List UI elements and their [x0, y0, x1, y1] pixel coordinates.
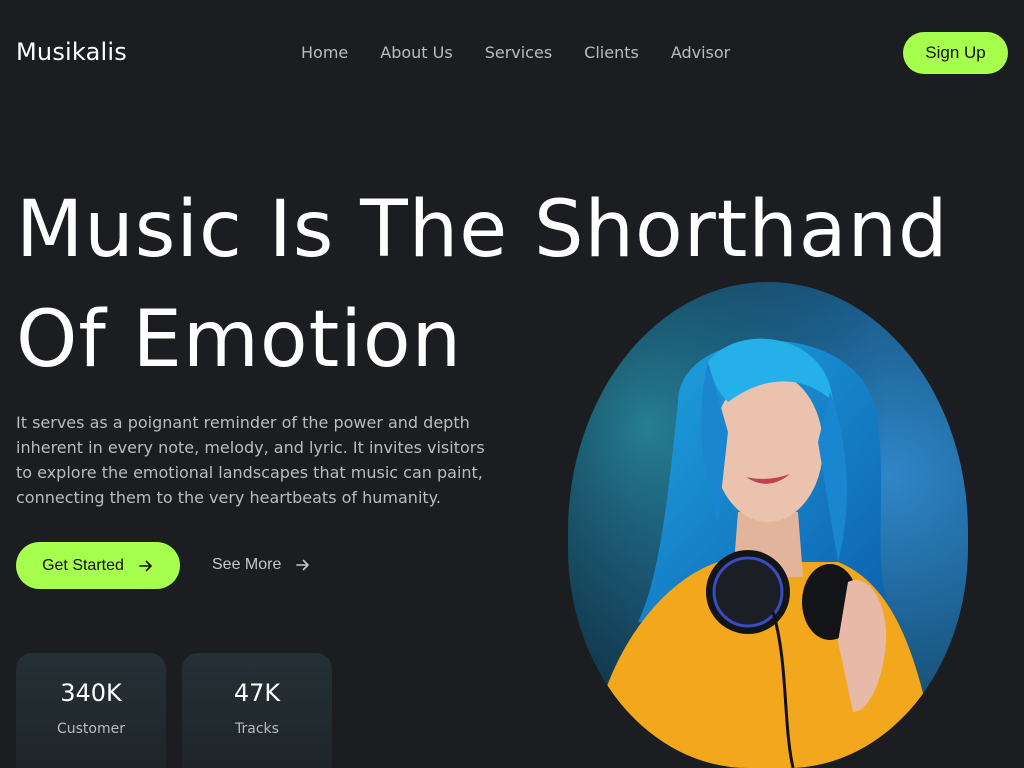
see-more-label: See More [212, 556, 282, 573]
stat-card-customer: 340K Customer [16, 653, 166, 768]
hero-description: It serves as a poignant reminder of the … [16, 413, 485, 507]
hero-photo-illustration [568, 282, 968, 768]
see-more-button[interactable]: See More [212, 552, 311, 578]
nav-services[interactable]: Services [485, 43, 552, 63]
arrow-right-icon [296, 559, 310, 571]
get-started-label: Get Started [42, 556, 124, 574]
stat-card-tracks: 47K Tracks [182, 653, 332, 768]
brand-logo[interactable]: Musikalis [16, 38, 127, 66]
nav-clients[interactable]: Clients [584, 43, 639, 63]
nav-advisor[interactable]: Advisor [671, 43, 730, 63]
hero-title-line-1: Music Is The Shorthand [16, 185, 949, 275]
stat-value: 340K [60, 679, 122, 707]
hero-photo [568, 282, 968, 768]
nav-home[interactable]: Home [301, 43, 348, 63]
stat-value: 47K [233, 679, 281, 707]
get-started-button[interactable]: Get Started [16, 542, 180, 589]
sign-up-button[interactable]: Sign Up [903, 32, 1008, 74]
nav-about-us[interactable]: About Us [380, 43, 452, 63]
arrow-right-icon [139, 560, 152, 571]
landing-page: Musikalis Home About Us Services Clients… [0, 0, 1024, 768]
stat-label: Customer [56, 721, 125, 737]
stat-label: Tracks [235, 721, 279, 737]
main-nav: Home About Us Services Clients Advisor [301, 43, 730, 63]
